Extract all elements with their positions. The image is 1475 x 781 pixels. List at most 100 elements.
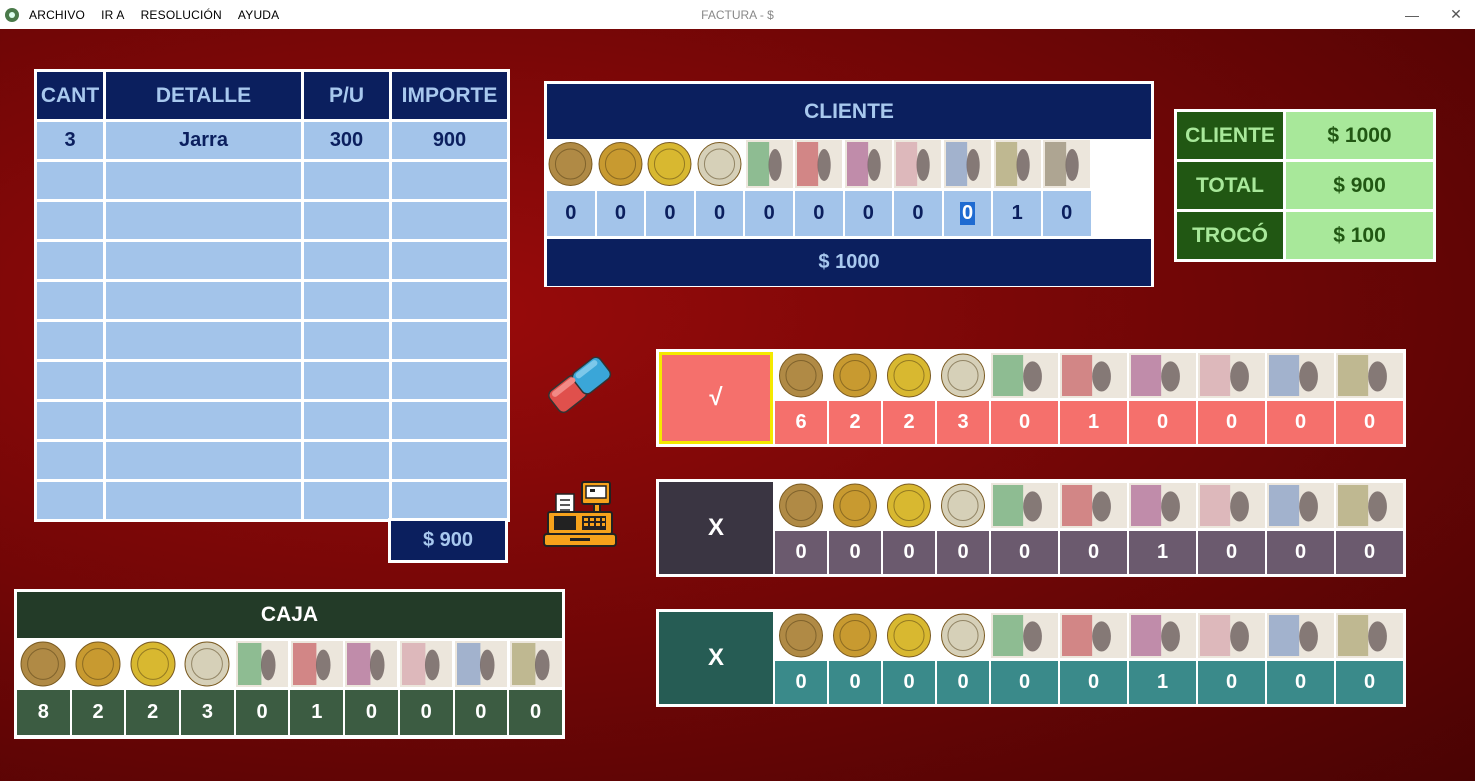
denomination-5-image xyxy=(883,482,935,529)
answer-row-wrong-2[interactable]: X 0 0 0 0 0 0 1 0 0 0 xyxy=(656,609,1406,707)
cell-pu[interactable] xyxy=(301,279,392,322)
cell-detalle[interactable] xyxy=(103,399,304,442)
count-cell[interactable]: 1 xyxy=(993,191,1041,236)
invoice-table: CANT DETALLE P/U IMPORTE 3 Jarra 300 900 xyxy=(34,69,510,522)
cell-pu[interactable] xyxy=(301,319,392,362)
count-value: 0 xyxy=(664,202,676,224)
cell-cant[interactable] xyxy=(34,279,106,322)
cell-detalle[interactable] xyxy=(103,239,304,282)
cell-importe[interactable]: 900 xyxy=(389,119,510,162)
check-mark[interactable]: √ xyxy=(659,352,773,444)
coin-5-icon xyxy=(647,142,692,186)
count-value: 0 xyxy=(529,701,542,723)
cell-cant[interactable] xyxy=(34,159,106,202)
count-value: 0 xyxy=(1294,541,1307,563)
cell-importe[interactable] xyxy=(389,439,510,482)
denomination-1000-image xyxy=(1336,482,1403,529)
minimize-icon[interactable]: — xyxy=(1389,0,1435,29)
denomination-500-image xyxy=(1267,612,1334,659)
count-value: 0 xyxy=(1087,541,1100,563)
count-cell: 0 xyxy=(937,531,989,574)
header-pu: P/U xyxy=(301,69,392,122)
count-cell[interactable]: 0 xyxy=(695,191,744,236)
cell-pu[interactable] xyxy=(301,159,392,202)
cell-importe[interactable] xyxy=(389,159,510,202)
count-cell[interactable]: 0 xyxy=(794,191,843,236)
x-mark[interactable]: X xyxy=(659,612,773,704)
answer-row-correct[interactable]: √ 6 2 2 3 0 1 0 0 0 0 xyxy=(656,349,1406,447)
cell-importe[interactable] xyxy=(389,479,510,522)
cell-cant[interactable] xyxy=(34,199,106,242)
menu-archivo[interactable]: ARCHIVO xyxy=(29,8,85,22)
cell-cant[interactable] xyxy=(34,359,106,402)
count-cell[interactable]: 0 xyxy=(1042,191,1091,236)
x-mark[interactable]: X xyxy=(659,482,773,574)
count-cell[interactable]: 0 xyxy=(844,191,893,236)
count-cell: 0 xyxy=(509,690,562,735)
cell-cant[interactable] xyxy=(34,479,106,522)
count-cell: 0 xyxy=(1198,401,1265,444)
answer-row-wrong-1[interactable]: X 0 0 0 0 0 0 1 0 0 0 xyxy=(656,479,1406,577)
count-cell[interactable]: 0 xyxy=(596,191,645,236)
count-value: 0 xyxy=(1363,411,1376,433)
bill-100-icon xyxy=(345,641,398,687)
cell-importe[interactable] xyxy=(389,399,510,442)
cell-pu[interactable]: 300 xyxy=(301,119,392,162)
cell-pu[interactable] xyxy=(301,479,392,522)
cell-detalle[interactable] xyxy=(103,319,304,362)
cell-importe[interactable] xyxy=(389,199,510,242)
cell-importe[interactable] xyxy=(389,359,510,402)
cell-cant[interactable] xyxy=(34,239,106,282)
cell-pu[interactable] xyxy=(301,239,392,282)
bill-100-icon xyxy=(1129,353,1196,398)
menu-ayuda[interactable]: AYUDA xyxy=(238,8,279,22)
cell-cant[interactable]: 3 xyxy=(34,119,106,162)
menu-resolucion[interactable]: RESOLUCIÓN xyxy=(141,8,222,22)
count-value: 0 xyxy=(1087,671,1100,693)
denomination-20-image xyxy=(745,139,793,189)
denomination-5-image xyxy=(646,139,694,189)
count-cell: 0 xyxy=(1129,401,1196,444)
menu-ir-a[interactable]: IR A xyxy=(101,8,124,22)
cell-detalle[interactable] xyxy=(103,439,304,482)
count-cell[interactable]: 0 xyxy=(745,191,793,236)
denomination-20-image xyxy=(235,640,289,688)
cell-detalle[interactable] xyxy=(103,159,304,202)
count-cell: 6 xyxy=(775,401,827,444)
denomination-500-image xyxy=(1267,482,1334,529)
cell-pu[interactable] xyxy=(301,439,392,482)
cell-importe[interactable] xyxy=(389,239,510,282)
count-cell[interactable]: 0 xyxy=(943,191,992,236)
cell-cant[interactable] xyxy=(34,319,106,362)
cell-pu[interactable] xyxy=(301,199,392,242)
cash-register-icon[interactable] xyxy=(542,478,617,550)
count-cell[interactable]: 0 xyxy=(894,191,942,236)
count-cell: 0 xyxy=(454,690,508,735)
cell-detalle[interactable] xyxy=(103,479,304,522)
coin-1-icon xyxy=(779,613,823,658)
bill-100-icon xyxy=(1129,483,1196,528)
cell-importe[interactable] xyxy=(389,319,510,362)
denomination-5-image xyxy=(883,352,935,399)
count-value: 0 xyxy=(256,701,268,723)
title-bar: ARCHIVO IR A RESOLUCIÓN AYUDA FACTURA - … xyxy=(0,0,1475,29)
cell-detalle[interactable]: Jarra xyxy=(103,119,304,162)
count-value: 0 xyxy=(1018,411,1031,433)
count-cell[interactable]: 0 xyxy=(646,191,694,236)
bill-200-icon xyxy=(1198,483,1265,528)
cell-detalle[interactable] xyxy=(103,279,304,322)
count-cell[interactable]: 0 xyxy=(547,191,595,236)
close-icon[interactable]: ✕ xyxy=(1433,0,1475,29)
cell-cant[interactable] xyxy=(34,439,106,482)
bill-200-icon xyxy=(1198,353,1265,398)
count-value: 0 xyxy=(1363,671,1376,693)
eraser-icon[interactable] xyxy=(541,352,617,416)
cell-detalle[interactable] xyxy=(103,359,304,402)
cell-pu[interactable] xyxy=(301,399,392,442)
cell-importe[interactable] xyxy=(389,279,510,322)
cell-detalle[interactable] xyxy=(103,199,304,242)
cell-cant[interactable] xyxy=(34,399,106,442)
cell-pu[interactable] xyxy=(301,359,392,402)
count-cell: 0 xyxy=(1267,401,1334,444)
coin-2-icon xyxy=(833,353,877,398)
